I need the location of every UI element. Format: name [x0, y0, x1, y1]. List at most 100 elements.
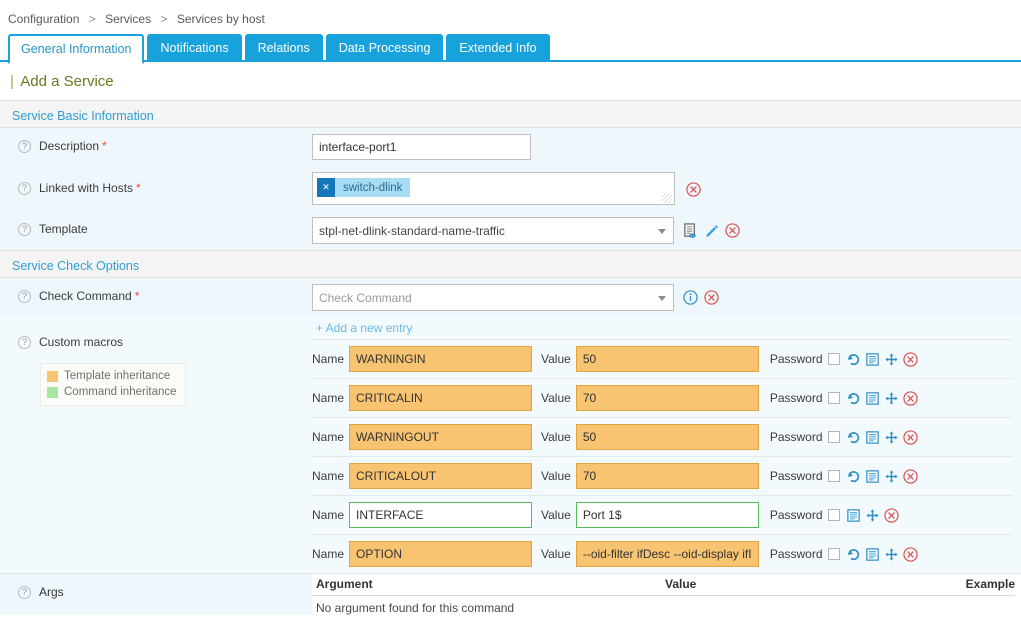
macro-password-label: Password — [770, 469, 823, 483]
info-icon[interactable] — [683, 290, 698, 305]
delete-icon[interactable] — [686, 182, 701, 197]
move-icon[interactable] — [884, 430, 899, 445]
help-icon[interactable]: ? — [18, 586, 31, 599]
page-title: | Add a Service — [0, 62, 1021, 100]
check-command-actions — [683, 284, 719, 311]
delete-icon[interactable] — [884, 508, 899, 523]
breadcrumb-separator: > — [160, 12, 167, 26]
edit-pencil-icon[interactable] — [704, 223, 719, 238]
macro-name-input-2[interactable] — [349, 424, 532, 450]
tab-relations[interactable]: Relations — [245, 34, 323, 62]
breadcrumb-item-configuration[interactable]: Configuration — [8, 12, 79, 26]
delete-icon[interactable] — [903, 391, 918, 406]
template-select[interactable]: stpl-net-dlink-standard-name-traffic — [312, 217, 674, 244]
field-row-check-command: ? Check Command* Check Command — [0, 278, 1021, 317]
macro-name-label: Name — [312, 508, 344, 522]
delete-icon[interactable] — [903, 469, 918, 484]
move-icon[interactable] — [865, 508, 880, 523]
label-args: ? Args — [0, 574, 312, 615]
resize-grip[interactable] — [662, 193, 672, 203]
section-header-basic: Service Basic Information — [0, 100, 1021, 128]
field-row-description: ? Description* — [0, 128, 1021, 167]
tab-notifications[interactable]: Notifications — [147, 34, 241, 62]
undo-icon[interactable] — [846, 547, 861, 562]
macro-name-input-5[interactable] — [349, 541, 532, 567]
macro-name-input-1[interactable] — [349, 385, 532, 411]
command-inheritance-swatch — [47, 387, 58, 398]
help-icon[interactable]: ? — [18, 182, 31, 195]
add-new-entry-link[interactable]: + Add a new entry — [316, 317, 412, 339]
move-icon[interactable] — [884, 352, 899, 367]
custom-macros-rows: + Add a new entry Name Value Password — [312, 317, 1021, 573]
tab-extended-info[interactable]: Extended Info — [446, 34, 549, 62]
label-check-command-text: Check Command — [39, 289, 132, 303]
list-icon[interactable] — [865, 547, 880, 562]
template-selected-value: stpl-net-dlink-standard-name-traffic — [319, 224, 505, 238]
macro-value-input-2[interactable] — [576, 424, 759, 450]
args-section: ? Args Argument Value Example No argumen… — [0, 573, 1021, 615]
breadcrumb-item-services[interactable]: Services — [105, 12, 151, 26]
linked-hosts-multiselect[interactable]: ✕ switch-dlink — [312, 172, 675, 205]
macro-value-input-0[interactable] — [576, 346, 759, 372]
legend-item-template: Template inheritance — [47, 368, 177, 384]
macro-password-checkbox-5[interactable] — [828, 548, 840, 560]
legend-item-command: Command inheritance — [47, 384, 177, 400]
undo-icon[interactable] — [846, 430, 861, 445]
delete-icon[interactable] — [903, 352, 918, 367]
list-icon[interactable] — [865, 430, 880, 445]
table-row: Name Value Password — [312, 378, 1013, 417]
custom-macros-section: ? Custom macros Template inheritance Com… — [0, 317, 1021, 573]
list-icon[interactable] — [846, 508, 861, 523]
macro-name-input-0[interactable] — [349, 346, 532, 372]
host-tag[interactable]: ✕ switch-dlink — [317, 178, 410, 197]
list-icon[interactable] — [865, 469, 880, 484]
help-icon[interactable]: ? — [18, 336, 31, 349]
macro-password-checkbox-1[interactable] — [828, 392, 840, 404]
macro-name-label: Name — [312, 430, 344, 444]
help-icon[interactable]: ? — [18, 223, 31, 236]
macro-password-checkbox-3[interactable] — [828, 470, 840, 482]
delete-icon[interactable] — [903, 430, 918, 445]
macro-value-input-1[interactable] — [576, 385, 759, 411]
move-icon[interactable] — [884, 391, 899, 406]
undo-icon[interactable] — [846, 469, 861, 484]
chevron-down-icon — [658, 296, 666, 301]
label-args-text: Args — [39, 585, 64, 615]
delete-icon[interactable] — [725, 223, 740, 238]
macro-value-label: Value — [541, 430, 571, 444]
move-icon[interactable] — [884, 547, 899, 562]
macro-value-input-5[interactable] — [576, 541, 759, 567]
macro-password-label: Password — [770, 352, 823, 366]
list-icon[interactable] — [865, 352, 880, 367]
remove-tag-icon[interactable]: ✕ — [317, 178, 335, 197]
macro-value-label: Value — [541, 508, 571, 522]
move-icon[interactable] — [884, 469, 899, 484]
help-icon[interactable]: ? — [18, 290, 31, 303]
macro-password-label: Password — [770, 547, 823, 561]
description-input[interactable] — [312, 134, 531, 160]
tab-general-information[interactable]: General Information — [8, 34, 144, 64]
macro-name-input-4[interactable] — [349, 502, 532, 528]
delete-icon[interactable] — [903, 547, 918, 562]
required-marker: * — [135, 289, 140, 303]
required-marker: * — [136, 181, 141, 195]
title-bar-decoration: | — [10, 73, 14, 90]
macro-name-label: Name — [312, 547, 344, 561]
macro-name-input-3[interactable] — [349, 463, 532, 489]
list-icon[interactable] — [865, 391, 880, 406]
tab-bar: General Information Notifications Relati… — [8, 32, 1021, 62]
check-command-select[interactable]: Check Command — [312, 284, 674, 311]
label-description: ? Description* — [0, 128, 312, 153]
undo-icon[interactable] — [846, 352, 861, 367]
tab-data-processing[interactable]: Data Processing — [326, 34, 444, 62]
macro-password-checkbox-2[interactable] — [828, 431, 840, 443]
breadcrumb-item-services-by-host[interactable]: Services by host — [177, 12, 265, 26]
macro-password-checkbox-4[interactable] — [828, 509, 840, 521]
macro-password-checkbox-0[interactable] — [828, 353, 840, 365]
macro-value-input-3[interactable] — [576, 463, 759, 489]
help-icon[interactable]: ? — [18, 140, 31, 153]
macro-value-input-4[interactable] — [576, 502, 759, 528]
delete-icon[interactable] — [704, 290, 719, 305]
undo-icon[interactable] — [846, 391, 861, 406]
view-template-icon[interactable] — [683, 223, 698, 239]
